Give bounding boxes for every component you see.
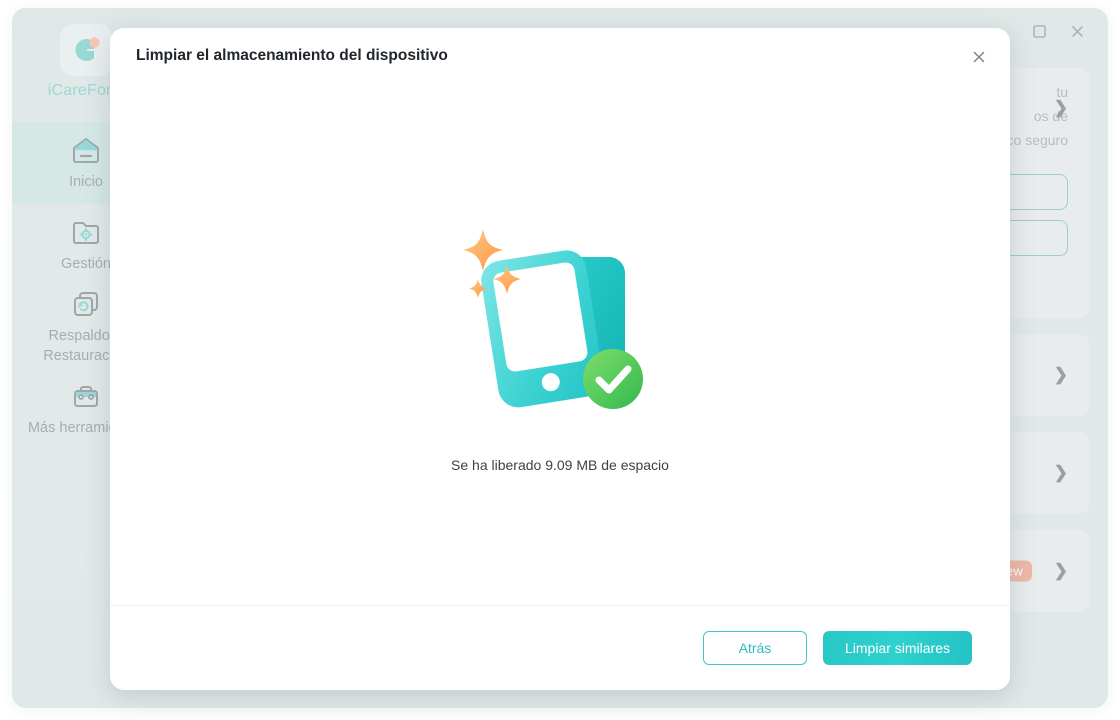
desktop-backdrop: iCareFone Inicio [0,0,1120,720]
modal-header: Limpiar el almacenamiento del dispositiv… [110,28,1010,84]
close-icon[interactable] [966,44,992,70]
back-button[interactable]: Atrás [702,631,807,665]
status-text: Se ha liberado 9.09 MB de espacio [451,456,669,473]
page-title: Limpiar el almacenamiento del dispositiv… [136,47,448,64]
modal-body: Se ha liberado 9.09 MB de espacio [110,84,1010,605]
clean-similar-button[interactable]: Limpiar similares [822,631,972,665]
clean-success-illustration [445,217,675,427]
clean-storage-modal: Limpiar el almacenamiento del dispositiv… [110,28,1010,690]
modal-footer: Atrás Limpiar similares [110,605,1010,690]
